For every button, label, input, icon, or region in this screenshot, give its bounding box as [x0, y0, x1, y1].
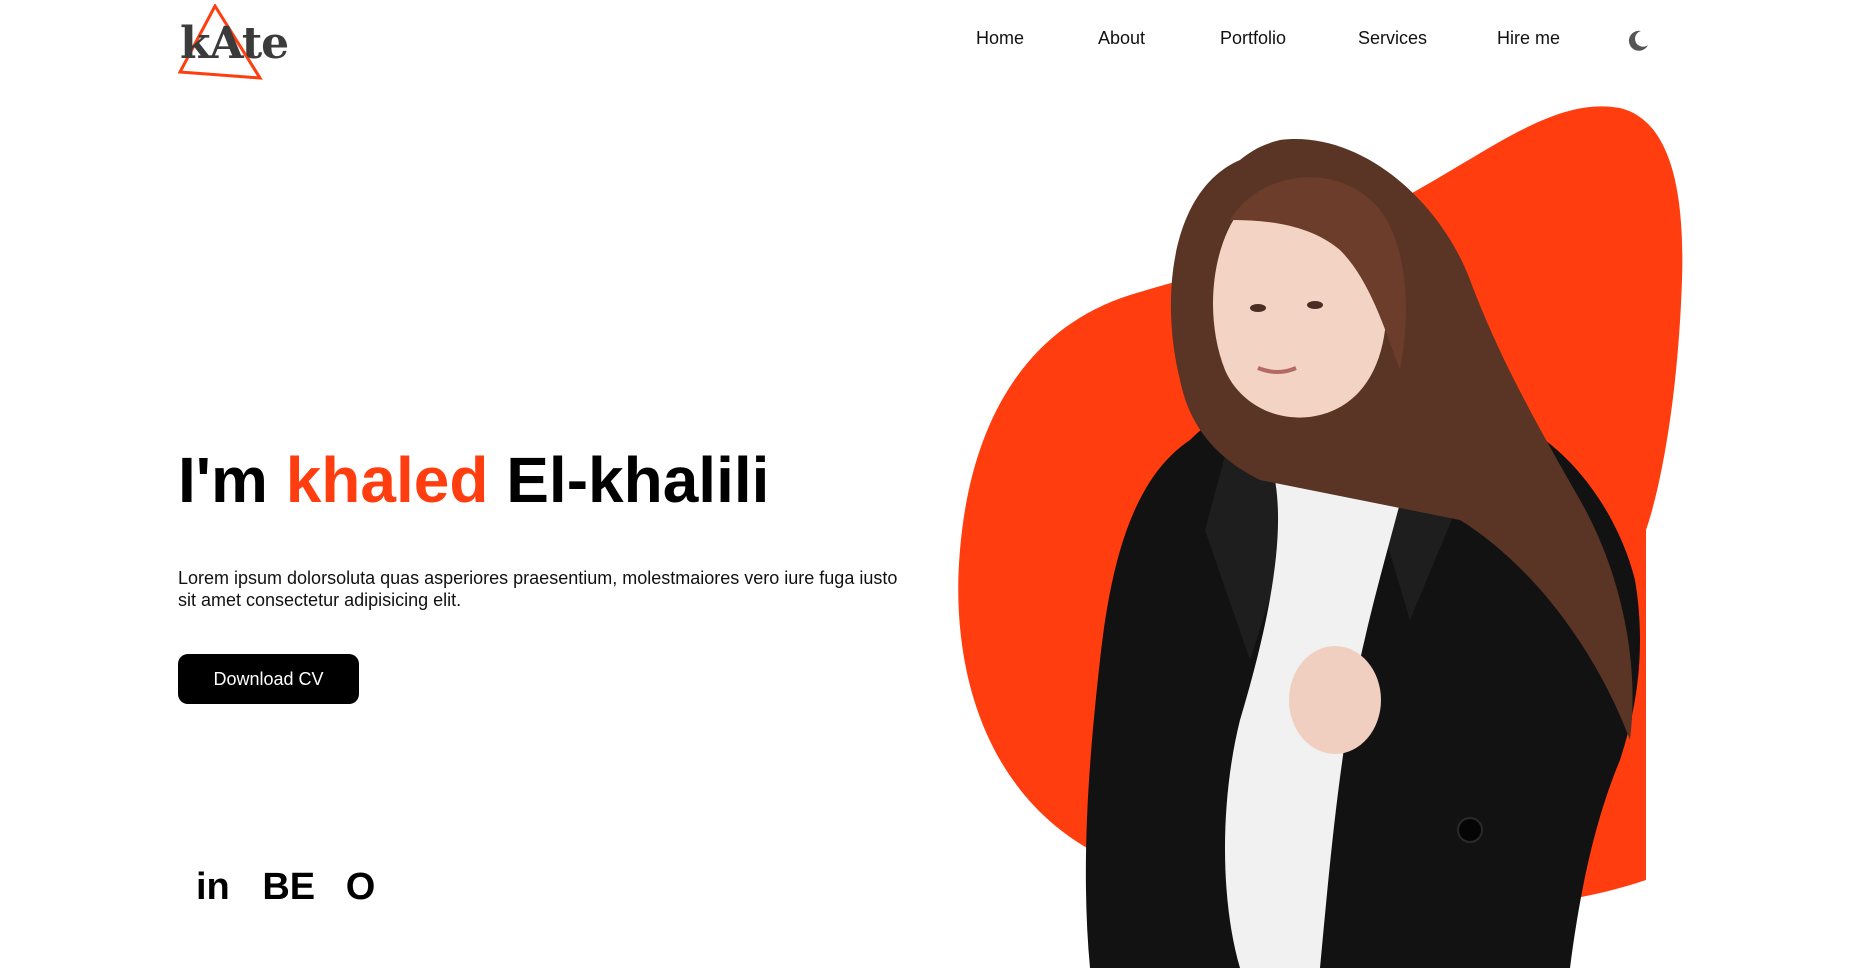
nav-item-portfolio[interactable]: Portfolio	[1220, 28, 1286, 49]
nav-item-services[interactable]: Services	[1358, 28, 1427, 49]
main-nav: Home About Portfolio Services Hire me	[0, 28, 1864, 58]
nav-item-hire-me[interactable]: Hire me	[1497, 28, 1560, 49]
linkedin-icon[interactable]: in	[196, 868, 230, 906]
hero-visual	[940, 100, 1700, 968]
moon-icon[interactable]	[1626, 29, 1650, 53]
social-links: in BE O	[196, 868, 375, 906]
hero-title-name-accent: khaled	[285, 444, 489, 516]
hero-title-prefix: I'm	[178, 444, 268, 516]
behance-icon[interactable]: BE	[262, 868, 315, 906]
landing-page: kAte Home About Portfolio Services Hire …	[0, 0, 1864, 968]
social-o-icon[interactable]: O	[346, 868, 376, 906]
nav-item-home[interactable]: Home	[976, 28, 1024, 49]
hero-title: I'm khaled El-khalili	[178, 448, 769, 512]
nav-item-about[interactable]: About	[1098, 28, 1145, 49]
hero-description: Lorem ipsum dolorsoluta quas asperiores …	[178, 568, 898, 610]
download-cv-button[interactable]: Download CV	[178, 654, 359, 704]
hero-title-surname: El-khalili	[506, 444, 770, 516]
